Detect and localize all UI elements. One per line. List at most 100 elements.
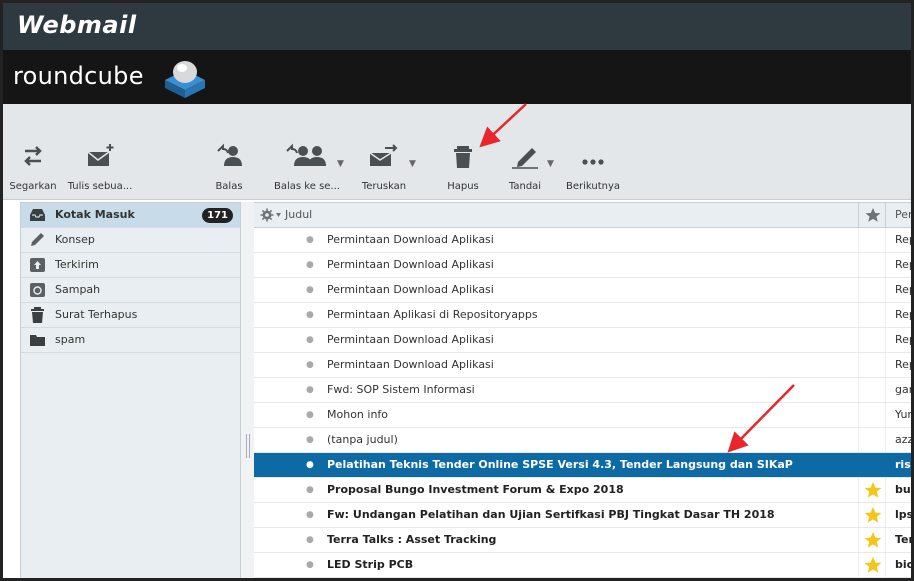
flag-cell[interactable] [858,303,886,327]
star-flagged-icon[interactable] [859,528,887,552]
table-row-selected[interactable]: ● Pelatihan Teknis Tender Online SPSE Ve… [254,453,911,478]
flag-cell[interactable] [858,378,886,402]
mark-button[interactable]: Tandai [503,142,547,194]
delete-label: Hapus [447,181,479,192]
junk-icon [30,283,45,297]
splitter-grip[interactable] [246,434,250,458]
flag-cell[interactable] [858,428,886,452]
flag-cell[interactable] [858,328,886,352]
delete-button[interactable]: Hapus [441,142,485,194]
forward-button[interactable]: Teruskan [359,142,409,194]
message-subject[interactable]: Pelatihan Teknis Tender Online SPSE Vers… [327,453,793,477]
mark-dropdown-icon[interactable]: ▼ [547,159,554,169]
reply-all-dropdown-icon[interactable]: ▼ [337,159,344,169]
inbox-icon [30,209,45,221]
table-row[interactable]: ● Proposal Bungo Investment Forum & Expo… [254,478,911,503]
message-from: Yun [895,408,914,421]
message-subject[interactable]: Permintaan Download Aplikasi [327,228,494,252]
mark-pen-icon [512,148,538,169]
more-dots-icon [582,159,604,165]
table-row[interactable]: ● (tanpa judul) azz [254,428,911,453]
pane-splitter[interactable] [241,202,254,578]
flag-cell[interactable] [858,353,886,377]
message-from: Ter [895,533,914,546]
message-from: gan [895,383,914,396]
table-row[interactable]: ● Permintaan Download Aplikasi Rep [254,353,911,378]
more-button[interactable]: Berikutnya [563,142,623,194]
list-options-gear-icon[interactable] [260,208,282,222]
logo-bar: roundcube [3,50,911,104]
flag-cell[interactable] [858,453,886,477]
table-row[interactable]: ● Permintaan Download Aplikasi Rep [254,228,911,253]
status-dot-icon: ● [306,360,314,370]
from-column-header[interactable]: Pen [895,203,911,227]
star-flagged-icon[interactable] [859,553,887,577]
trash-icon [31,307,44,323]
reply-button[interactable]: Balas [209,142,249,194]
message-subject[interactable]: (tanpa judul) [327,428,398,452]
compose-button[interactable]: Tulis sebua... [59,142,141,194]
sidebar-item-label: Terkirim [55,258,99,271]
flag-cell[interactable] [858,278,886,302]
message-subject[interactable]: Terra Talks : Asset Tracking [327,528,496,552]
mark-label: Tandai [508,181,542,192]
message-subject[interactable]: Permintaan Download Aplikasi [327,328,494,352]
sidebar-item-spam[interactable]: spam [21,328,240,353]
message-subject[interactable]: LED Strip PCB [327,553,413,577]
flag-column-header[interactable] [858,203,886,227]
status-dot-icon: ● [306,535,314,545]
forward-dropdown-icon[interactable]: ▼ [409,159,416,169]
message-subject[interactable]: Fw: Undangan Pelatihan dan Ujian Sertifk… [327,503,775,527]
message-subject[interactable]: Permintaan Download Aplikasi [327,253,494,277]
message-subject[interactable]: Proposal Bungo Investment Forum & Expo 2… [327,478,624,502]
message-subject[interactable]: Permintaan Aplikasi di Repositoryapps [327,303,538,327]
table-row[interactable]: ● LED Strip PCB bicl [254,553,911,578]
sidebar-item-junk[interactable]: Sampah [21,278,240,303]
folder-icon [30,335,45,346]
table-row[interactable]: ● Permintaan Download Aplikasi Rep [254,278,911,303]
table-row[interactable]: ● Fwd: SOP Sistem Informasi gan [254,378,914,403]
flag-cell[interactable] [858,478,886,502]
refresh-button[interactable]: Segarkan [9,142,57,194]
status-dot-icon: ● [306,335,314,345]
sidebar-item-inbox[interactable]: Kotak Masuk 171 [21,203,240,228]
sidebar-item-label: Konsep [55,233,95,246]
more-label: Berikutnya [565,181,621,192]
message-subject[interactable]: Permintaan Download Aplikasi [327,353,494,377]
table-row[interactable]: ● Permintaan Aplikasi di Repositoryapps … [254,303,911,328]
table-row[interactable]: ● Mohon info Yun [254,403,914,428]
sent-icon [30,258,45,272]
sidebar-item-drafts[interactable]: Konsep [21,228,240,253]
flag-cell[interactable] [858,403,886,427]
table-row[interactable]: ● Permintaan Download Aplikasi Rep [254,328,911,353]
table-row[interactable]: ● Terra Talks : Asset Tracking Ter [254,528,914,553]
sidebar-item-sent[interactable]: Terkirim [21,253,240,278]
star-flagged-icon[interactable] [859,478,887,502]
table-row[interactable]: ● Permintaan Download Aplikasi Rep [254,253,911,278]
flag-cell[interactable] [858,503,886,527]
message-subject[interactable]: Mohon info [327,403,388,427]
trash-icon [454,146,472,168]
roundcube-logo-icon [165,61,205,98]
refresh-icon [24,146,42,166]
forward-icon [369,144,398,166]
subject-column-header[interactable]: Judul [285,203,312,227]
message-from: lpse [895,508,914,521]
sidebar-item-trash[interactable]: Surat Terhapus [21,303,240,328]
message-from: risw [895,458,911,471]
flag-cell[interactable] [858,228,886,252]
flag-cell[interactable] [858,553,886,577]
table-row[interactable]: ● Fw: Undangan Pelatihan dan Ujian Serti… [254,503,914,528]
message-from: bun [895,483,911,496]
star-header-icon [865,208,881,222]
star-flagged-icon[interactable] [859,503,887,527]
status-dot-icon: ● [306,235,314,245]
reply-all-button[interactable]: Balas ke se... [271,142,343,194]
flag-cell[interactable] [858,528,886,552]
reply-icon [217,143,242,166]
message-subject[interactable]: Permintaan Download Aplikasi [327,278,494,302]
flag-cell[interactable] [858,253,886,277]
message-subject[interactable]: Fwd: SOP Sistem Informasi [327,378,475,402]
refresh-label: Segarkan [9,181,57,192]
sidebar-item-label: Sampah [55,283,101,296]
